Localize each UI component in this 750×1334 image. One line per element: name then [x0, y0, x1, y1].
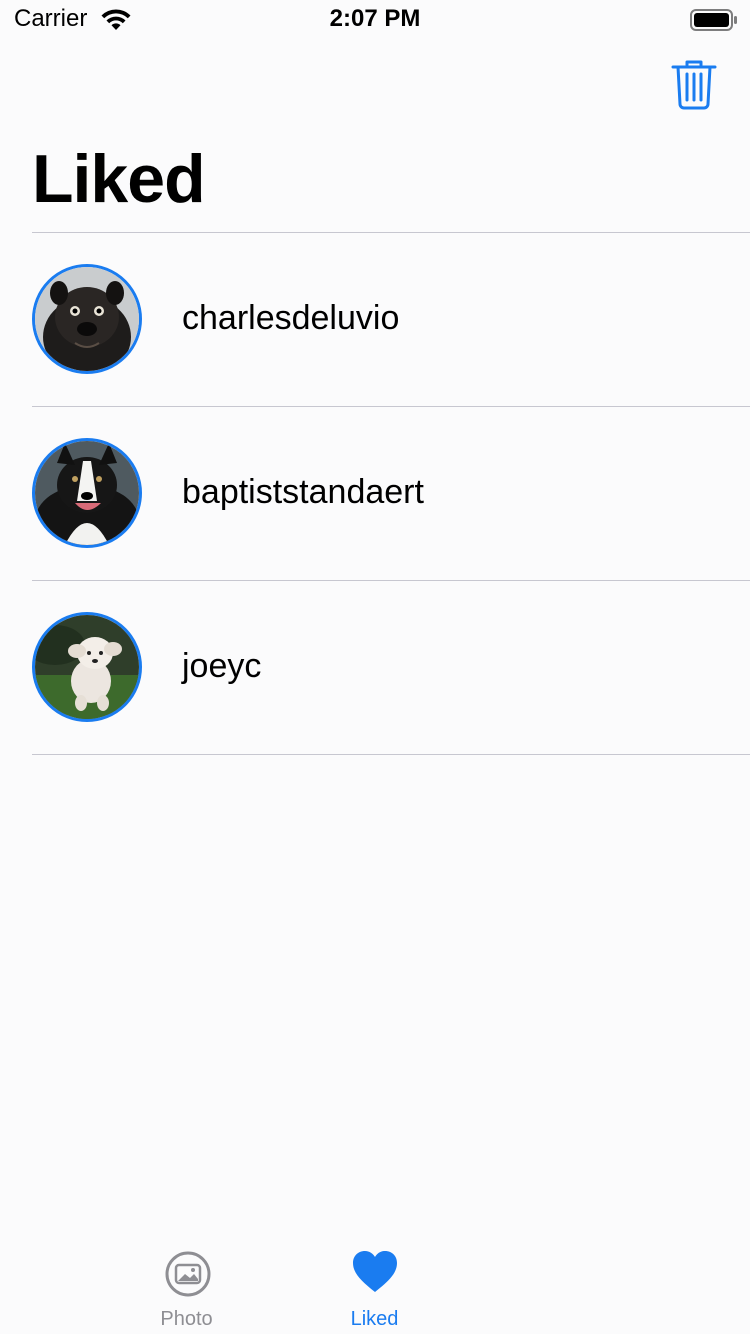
divider [32, 754, 750, 755]
username-label: charlesdeluvio [182, 299, 400, 337]
list-item[interactable]: joeyc [0, 581, 750, 755]
avatar [32, 264, 142, 374]
trash-icon [671, 60, 717, 110]
trash-button[interactable] [670, 58, 718, 110]
list-item[interactable]: charlesdeluvio [0, 233, 750, 407]
status-bar: Carrier 2:07 PM [0, 0, 750, 40]
tab-liked[interactable]: Liked [351, 1232, 750, 1334]
avatar [32, 438, 142, 548]
battery-icon [690, 9, 738, 36]
username-label: baptiststandaert [182, 473, 424, 511]
tab-liked-label: Liked [350, 1308, 399, 1330]
username-label: joeyc [182, 647, 262, 685]
page-title: Liked [32, 141, 206, 217]
heart-icon [187, 1250, 562, 1299]
list-item[interactable]: baptiststandaert [0, 407, 750, 581]
tab-bar: Photo Liked [0, 1232, 750, 1334]
avatar [32, 612, 142, 722]
clock-label: 2:07 PM [329, 5, 421, 32]
liked-list: charlesdeluvio baptiststandaert joeyc [0, 233, 750, 755]
